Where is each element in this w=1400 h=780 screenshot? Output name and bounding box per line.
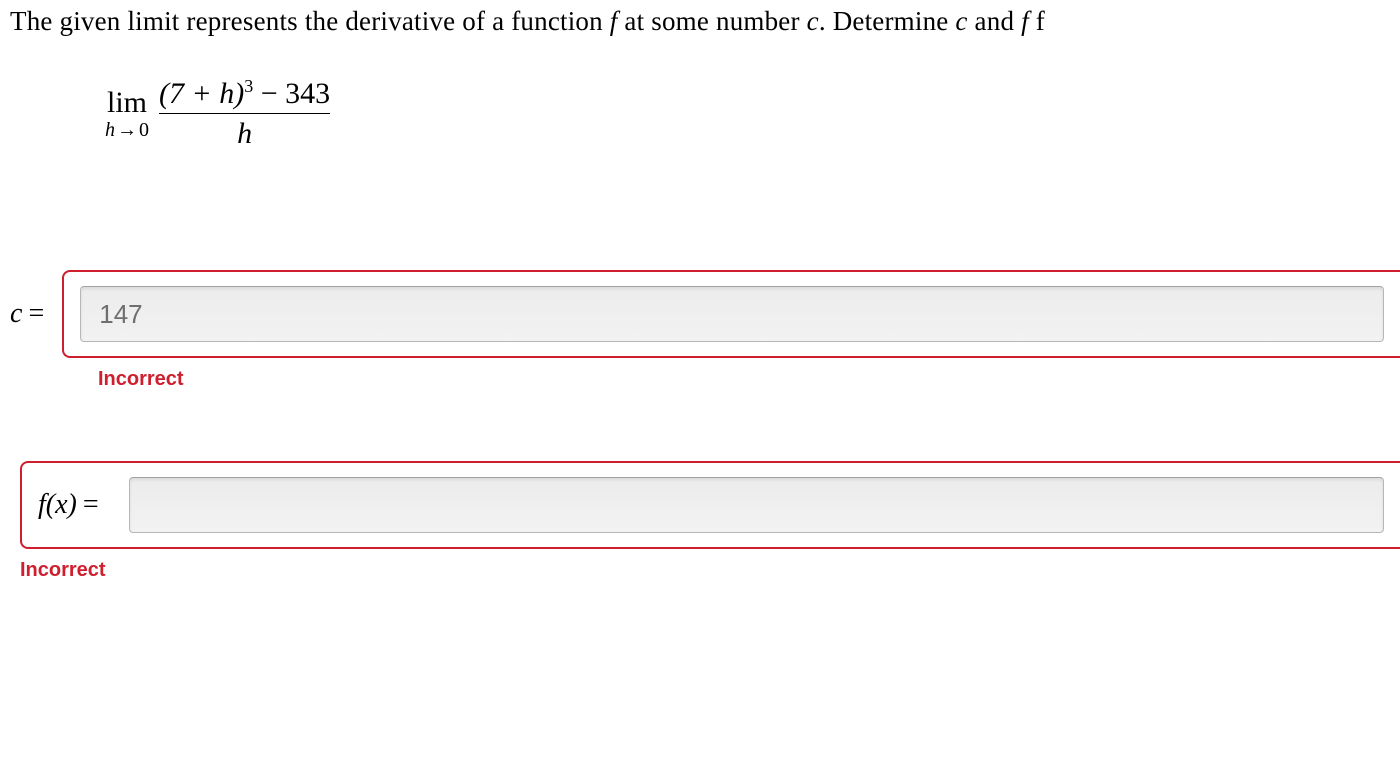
answer-input-c[interactable] <box>80 286 1384 342</box>
limit-fraction: (7 + h)3 − 343 h <box>159 77 330 150</box>
prompt-text-2: at some number <box>617 6 806 36</box>
limit-sub-h: h <box>105 120 115 140</box>
numerator-exponent: 3 <box>244 76 253 96</box>
prompt-var-c-2: c <box>955 6 967 36</box>
answer-block-fx: f(x)= Incorrect <box>20 461 1400 582</box>
feedback-fx: Incorrect <box>20 559 1400 582</box>
numerator-base: (7 + h)3 − 343 <box>159 77 330 110</box>
answer-box-fx: f(x)= <box>20 461 1400 549</box>
label-eq-c: = <box>28 298 44 329</box>
label-var-fx: f(x) <box>38 489 77 520</box>
question-page: The given limit represents the derivativ… <box>0 6 1400 582</box>
fraction-denominator: h <box>237 117 252 150</box>
prompt-text-4: and <box>968 6 1021 36</box>
label-var-c: c <box>10 298 22 329</box>
answer-box-c <box>62 270 1400 358</box>
prompt-text-5: f <box>1029 6 1045 36</box>
limit-subscript: h → 0 <box>105 120 149 140</box>
answer-label-fx: f(x)= <box>38 489 99 521</box>
answer-input-fx[interactable] <box>129 477 1384 533</box>
prompt-var-c-1: c <box>807 6 819 36</box>
prompt-var-f-2: f <box>1021 6 1029 36</box>
numerator-tail: − 343 <box>253 77 330 110</box>
limit-operator: lim h → 0 <box>105 88 149 140</box>
question-prompt: The given limit represents the derivativ… <box>10 6 1400 37</box>
limit-expression: lim h → 0 (7 + h)3 − 343 h <box>105 77 1400 150</box>
answer-row-c: c= <box>10 270 1400 358</box>
limit-sub-zero: 0 <box>139 120 149 140</box>
answer-block-c: c= Incorrect <box>10 270 1400 391</box>
fraction-numerator: (7 + h)3 − 343 <box>159 77 330 110</box>
fraction-bar <box>159 113 330 114</box>
prompt-text-3: . Determine <box>819 6 956 36</box>
arrow-icon: → <box>117 120 137 140</box>
limit-lim-text: lim <box>107 88 147 118</box>
label-eq-fx: = <box>83 489 99 520</box>
feedback-c: Incorrect <box>98 368 1400 391</box>
prompt-text-1: The given limit represents the derivativ… <box>10 6 610 36</box>
answer-label-c: c= <box>10 298 44 330</box>
